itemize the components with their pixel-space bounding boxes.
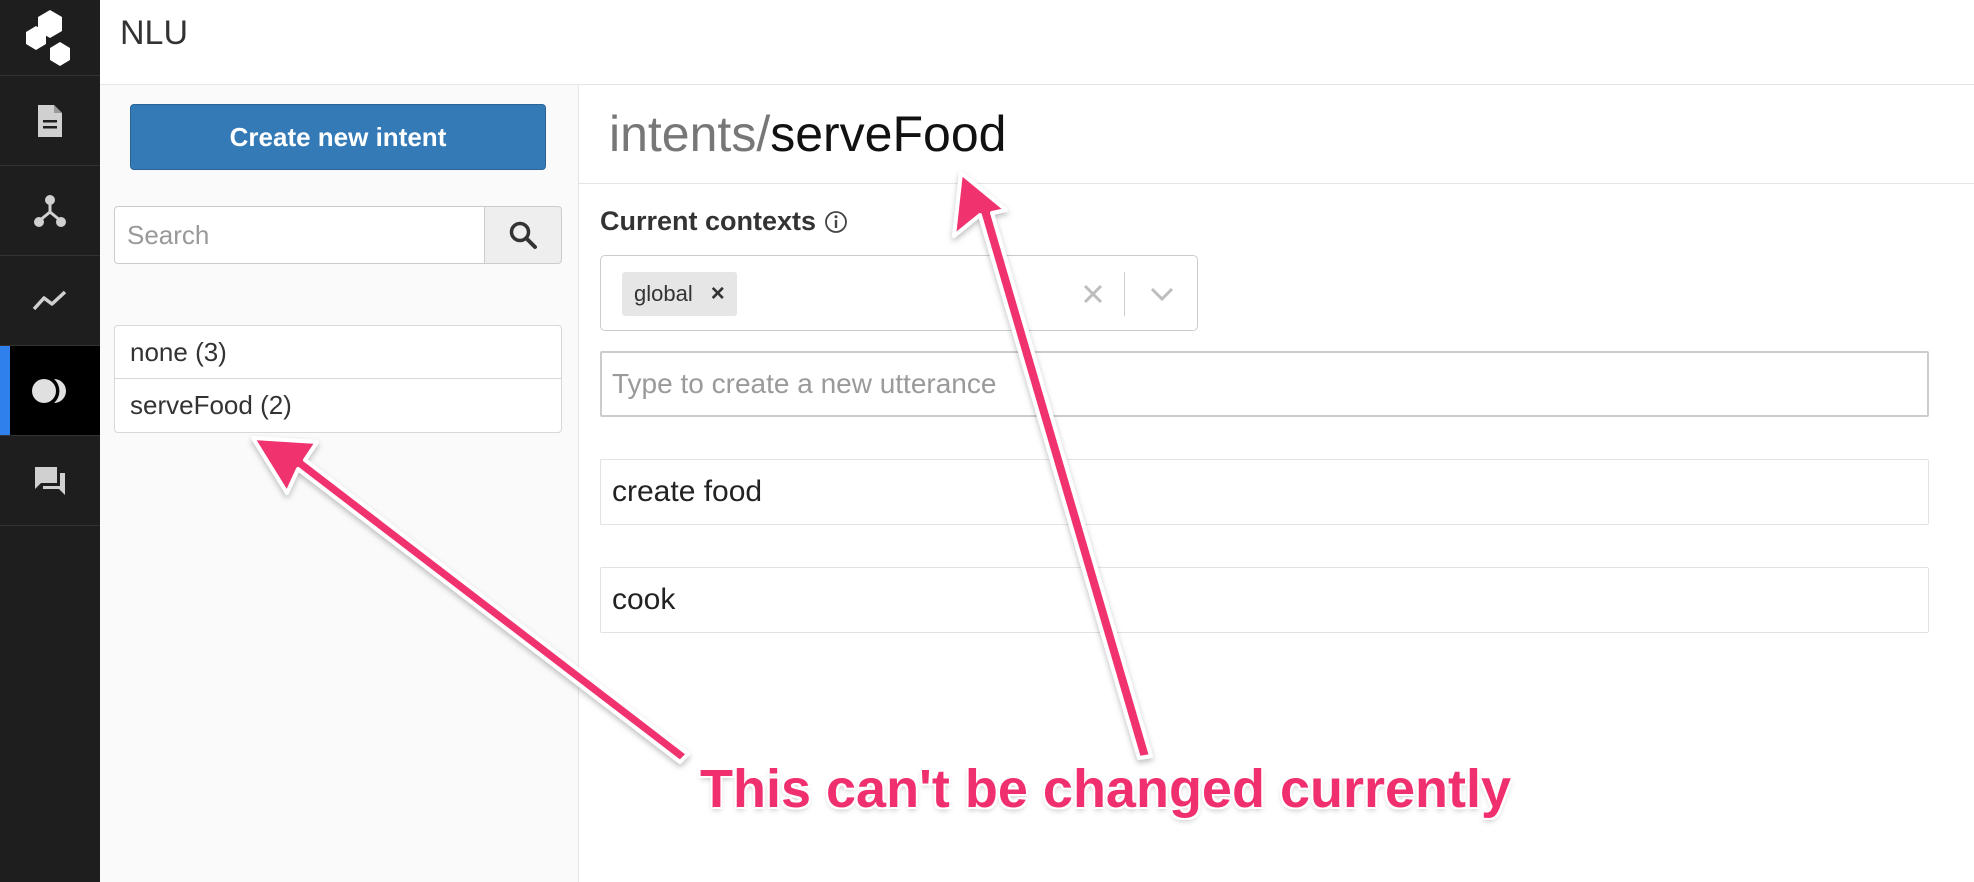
nav-rail	[0, 0, 100, 882]
utterance-row[interactable]: cook	[600, 567, 1929, 633]
rail-item-analytics[interactable]	[0, 256, 100, 346]
search-button[interactable]	[484, 206, 562, 264]
flow-icon	[34, 194, 66, 227]
context-tag-global: global ×	[622, 272, 737, 316]
rail-item-nlu[interactable]	[0, 346, 100, 436]
utterance-row[interactable]: create food	[600, 459, 1929, 525]
intent-search	[114, 206, 562, 264]
contexts-select[interactable]: global ×	[600, 255, 1198, 331]
contexts-divider	[1124, 272, 1125, 316]
intent-list: none (3) serveFood (2)	[114, 325, 562, 433]
document-icon	[38, 104, 62, 137]
intent-title-name: serveFood	[770, 106, 1007, 162]
new-utterance-input[interactable]	[600, 351, 1929, 417]
contexts-dropdown-toggle[interactable]	[1134, 272, 1190, 316]
rail-item-chat[interactable]	[0, 436, 100, 526]
app-title: NLU	[120, 14, 189, 52]
annotation-text: This can't be changed currently	[700, 759, 1512, 819]
app-root: NLU Create new intent none (3) serveFood…	[0, 0, 1974, 882]
nlu-icon	[32, 378, 66, 403]
intent-title-bar: intents/serveFood	[579, 85, 1974, 184]
intent-title: intents/serveFood	[609, 105, 1006, 163]
app-logo[interactable]	[0, 0, 100, 76]
contexts-clear-button[interactable]	[1071, 272, 1115, 316]
context-tag-label: global	[634, 281, 693, 306]
analytics-icon	[32, 290, 67, 310]
info-icon[interactable]	[824, 210, 848, 234]
intent-title-prefix: intents/	[609, 106, 771, 162]
contexts-label-text: Current contexts	[600, 206, 817, 236]
search-icon	[509, 221, 537, 249]
search-input[interactable]	[114, 206, 484, 264]
app-header: NLU	[100, 0, 1974, 85]
share-icon	[26, 9, 70, 66]
rail-item-flows[interactable]	[0, 166, 100, 256]
intents-panel: Create new intent none (3) serveFood (2)	[100, 85, 579, 882]
intent-item-none[interactable]: none (3)	[115, 326, 561, 379]
chevron-down-icon	[1150, 287, 1174, 302]
close-icon	[1083, 284, 1103, 304]
contexts-label: Current contexts	[600, 206, 848, 237]
create-intent-button[interactable]: Create new intent	[130, 104, 546, 170]
intent-item-servefood[interactable]: serveFood (2)	[115, 379, 561, 432]
chat-icon	[35, 466, 65, 495]
rail-item-content[interactable]	[0, 76, 100, 166]
context-tag-remove[interactable]: ×	[711, 280, 725, 308]
